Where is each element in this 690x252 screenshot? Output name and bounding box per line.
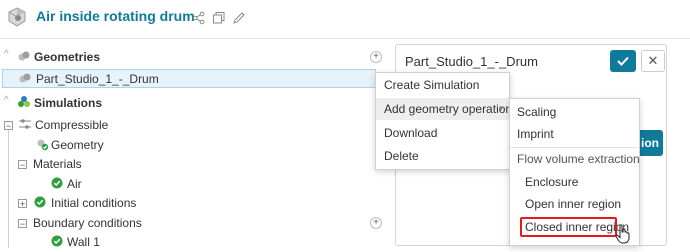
- context-menu: Create Simulation Add geometry operation…: [375, 72, 513, 170]
- sliders-icon: [18, 117, 32, 131]
- menu-item-delete[interactable]: Delete: [376, 145, 509, 167]
- close-icon: ✕: [647, 53, 659, 68]
- menu-item-add-geometry-operation[interactable]: Add geometry operation ›: [376, 98, 513, 120]
- menu-item-create-simulation[interactable]: Create Simulation: [376, 74, 509, 96]
- tree-item-boundary-conditions[interactable]: − Boundary conditions: [0, 213, 385, 233]
- simulations-icon: [17, 95, 31, 109]
- tree-label-wall-1: Wall 1: [67, 235, 100, 249]
- section-title-label: Flow volume extraction: [517, 152, 640, 166]
- tree-label-geometry: Geometry: [51, 138, 104, 152]
- tree-label-boundary-conditions: Boundary conditions: [33, 216, 142, 230]
- part-icon: [18, 71, 32, 85]
- check-circle-icon: [50, 234, 64, 248]
- menu-item-label: Delete: [384, 149, 419, 163]
- tree-item-air[interactable]: Air: [0, 174, 385, 194]
- collapse-toggle-icon[interactable]: −: [4, 121, 13, 131]
- copy-icon[interactable]: [212, 11, 226, 25]
- tree-label-part-studio: Part_Studio_1_-_Drum: [36, 72, 159, 86]
- share-icon[interactable]: [192, 11, 206, 25]
- collapse-caret-icon[interactable]: ^: [4, 49, 9, 60]
- tree-item-geometry[interactable]: Geometry: [0, 135, 385, 155]
- tree-label-air: Air: [67, 177, 82, 191]
- collapse-toggle-icon[interactable]: −: [18, 219, 27, 229]
- menu-item-label: Download: [384, 126, 438, 140]
- chevron-right-icon: ›: [499, 101, 503, 115]
- tree-item-wall-1[interactable]: Wall 1: [0, 232, 385, 252]
- tree-label-compressible: Compressible: [35, 118, 109, 132]
- add-geometry-button[interactable]: +: [370, 51, 382, 63]
- menu-item-download[interactable]: Download: [376, 122, 509, 144]
- hand-cursor-icon: [615, 224, 631, 244]
- tree-label-initial-conditions: Initial conditions: [51, 196, 137, 210]
- tree-item-compressible[interactable]: − Compressible: [0, 115, 385, 135]
- geometry-check-icon: [36, 137, 50, 151]
- submenu-item-open-inner-region[interactable]: Open inner region: [510, 193, 639, 215]
- tree-section-geometries[interactable]: ^ Geometries: [0, 47, 385, 67]
- tree-label-simulations: Simulations: [34, 96, 103, 110]
- check-circle-icon: [33, 195, 47, 209]
- collapse-caret-icon[interactable]: ^: [4, 95, 9, 106]
- submenu-section-title: Flow volume extraction: [510, 148, 640, 170]
- submenu-item-label: Imprint: [517, 127, 554, 141]
- tree-item-part-studio[interactable]: Part_Studio_1_-_Drum: [0, 69, 385, 89]
- submenu-item-label: Open inner region: [525, 197, 622, 211]
- submenu-item-enclosure[interactable]: Enclosure: [510, 171, 639, 193]
- add-boundary-condition-button[interactable]: +: [370, 217, 382, 229]
- tree-item-materials[interactable]: − Materials: [0, 154, 385, 174]
- check-icon: [617, 56, 629, 66]
- edit-icon[interactable]: [232, 11, 246, 25]
- submenu-item-label: Enclosure: [525, 175, 579, 189]
- tree-section-simulations[interactable]: ^ Simulations: [0, 93, 385, 113]
- logo-icon: [6, 6, 28, 28]
- menu-item-label: Add geometry operation: [384, 102, 513, 116]
- tree-label-materials: Materials: [33, 157, 82, 171]
- geometry-icon: [17, 49, 31, 63]
- confirm-button[interactable]: [610, 50, 636, 72]
- project-title: Air inside rotating drum: [36, 8, 195, 24]
- tree-item-initial-conditions[interactable]: + Initial conditions: [0, 193, 385, 213]
- submenu-item-scaling[interactable]: Scaling: [510, 101, 639, 123]
- submenu-item-label: Scaling: [517, 105, 557, 119]
- close-button[interactable]: ✕: [641, 50, 665, 72]
- tree-label-geometries: Geometries: [34, 50, 101, 64]
- submenu-item-imprint[interactable]: Imprint: [510, 123, 639, 145]
- header-divider: [0, 38, 690, 39]
- expand-toggle-icon[interactable]: +: [18, 199, 27, 209]
- collapse-toggle-icon[interactable]: −: [18, 160, 27, 170]
- highlight-box: [520, 217, 617, 237]
- panel-title: Part_Studio_1_-_Drum: [405, 54, 538, 69]
- check-circle-icon: [50, 176, 64, 190]
- menu-item-label: Create Simulation: [384, 78, 480, 92]
